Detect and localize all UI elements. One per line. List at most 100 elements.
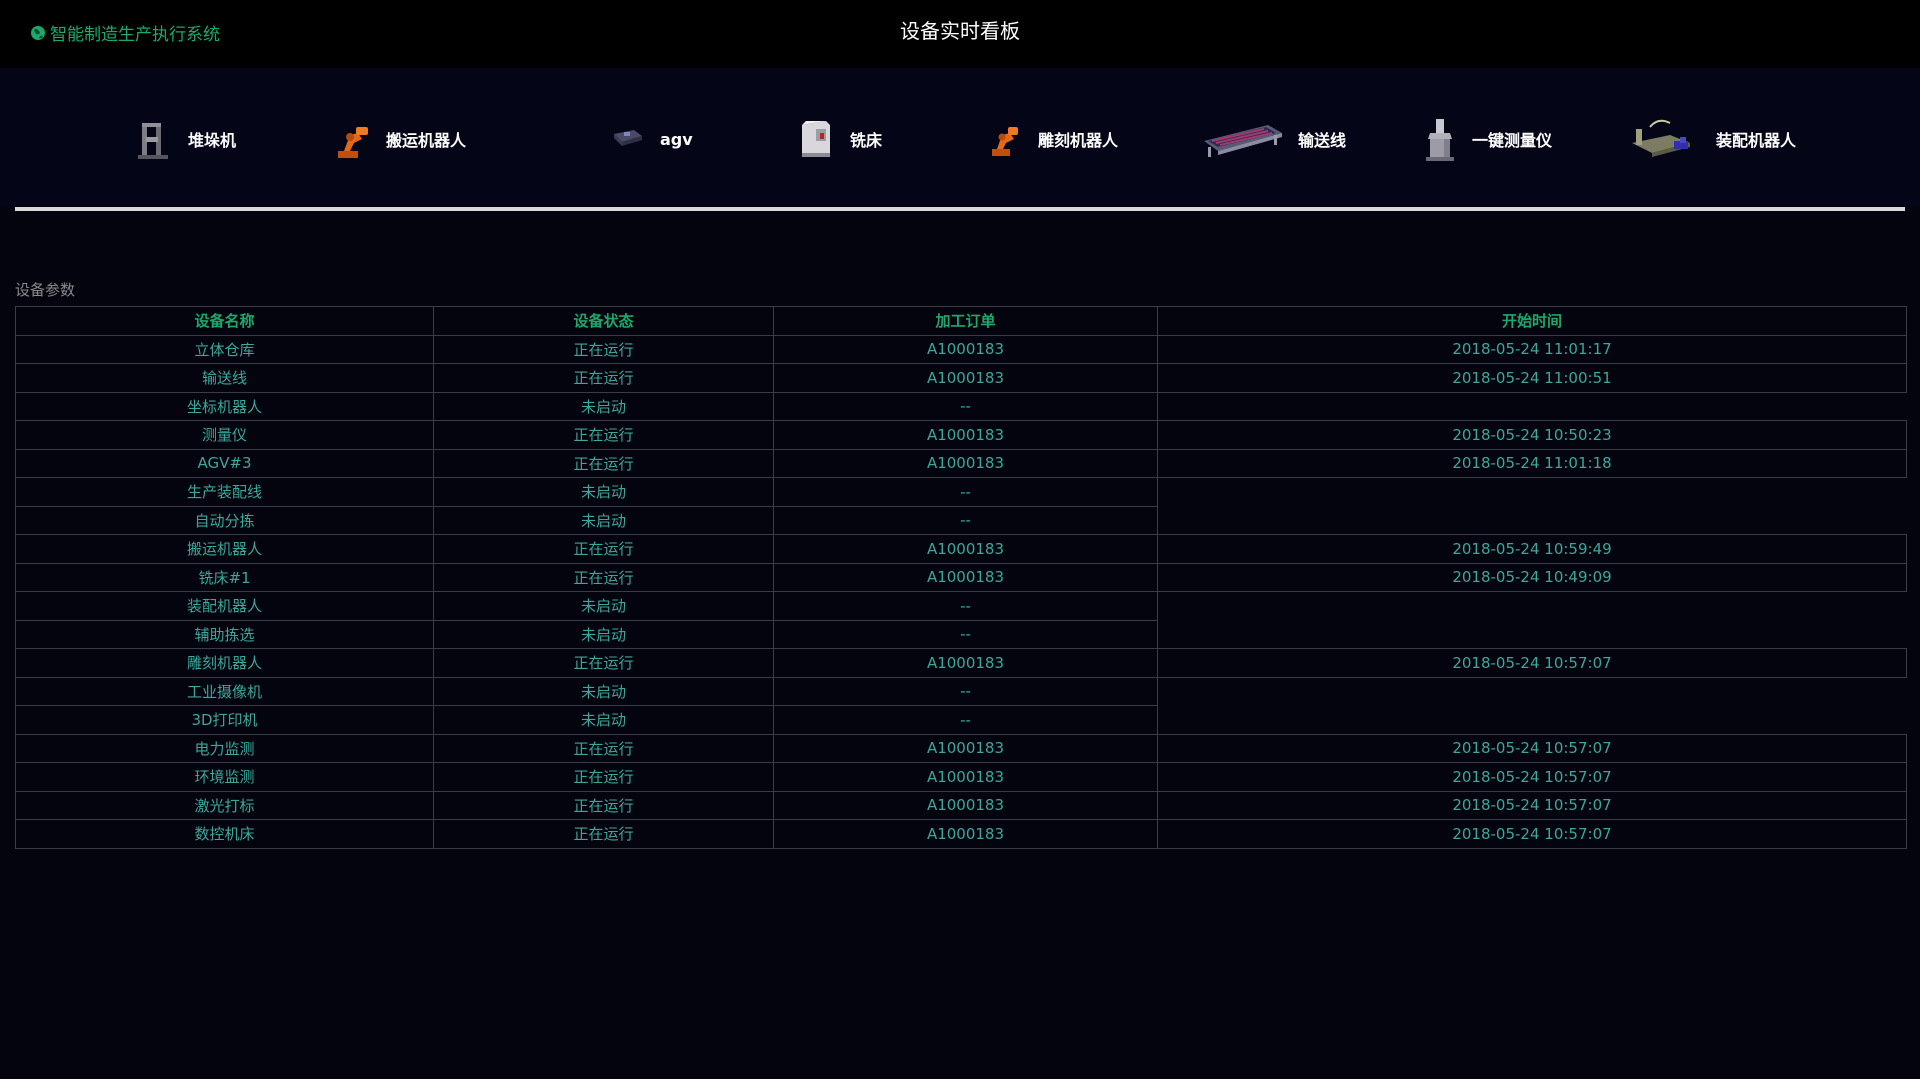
table-row[interactable]: 辅助拣选 未启动 -- — [15, 619, 1907, 649]
device-label: 一键测量仪 — [1472, 131, 1553, 150]
order-cell: A1000183 — [773, 762, 1158, 792]
start-time-cell: 2018-05-24 11:00:51 — [1157, 363, 1907, 393]
engraving-robot-icon — [992, 127, 1018, 156]
start-time-cell — [1158, 706, 1907, 735]
start-time-cell: 2018-05-24 10:57:07 — [1157, 762, 1907, 792]
device-tab-handling-robot[interactable]: 搬运机器人 — [330, 114, 466, 164]
order-cell: -- — [773, 705, 1158, 735]
table-row[interactable]: 自动分拣 未启动 -- — [15, 505, 1907, 535]
device-tab-assembly-robot[interactable]: 装配机器人 — [1630, 114, 1796, 164]
start-time-cell: 2018-05-24 10:57:07 — [1157, 733, 1907, 763]
start-time-cell — [1158, 506, 1907, 535]
start-time-cell — [1158, 478, 1907, 507]
device-name-cell: 搬运机器人 — [15, 534, 434, 564]
start-time-cell — [1158, 392, 1907, 421]
start-time-cell: 2018-05-24 10:49:09 — [1157, 562, 1907, 592]
top-bar: 智能制造生产执行系统 设备实时看板 — [0, 0, 1920, 68]
table-row[interactable]: 生产装配线 未启动 -- — [15, 477, 1907, 507]
device-status-cell: 未启动 — [433, 391, 774, 421]
device-label: agv — [660, 129, 693, 149]
table-row[interactable]: 搬运机器人 正在运行 A1000183 2018-05-24 10:59:49 — [15, 534, 1907, 564]
device-name-cell: 辅助拣选 — [15, 619, 434, 649]
device-status-cell: 正在运行 — [433, 733, 774, 763]
device-status-cell: 正在运行 — [433, 648, 774, 678]
table-row[interactable]: 电力监测 正在运行 A1000183 2018-05-24 10:57:07 — [15, 733, 1907, 763]
device-name-cell: 电力监测 — [15, 733, 434, 763]
device-label: 雕刻机器人 — [1038, 131, 1119, 150]
start-time-cell: 2018-05-24 10:50:23 — [1157, 420, 1907, 450]
column-header-order[interactable]: 加工订单 — [773, 306, 1158, 336]
device-status-cell: 正在运行 — [433, 420, 774, 450]
table-row[interactable]: 雕刻机器人 正在运行 A1000183 2018-05-24 10:57:07 — [15, 648, 1907, 678]
table-row[interactable]: 环境监测 正在运行 A1000183 2018-05-24 10:57:07 — [15, 762, 1907, 792]
handling-robot-icon — [338, 127, 368, 158]
column-header-status[interactable]: 设备状态 — [433, 306, 774, 336]
start-time-cell: 2018-05-24 11:01:18 — [1157, 448, 1907, 478]
device-status-cell: 未启动 — [433, 505, 774, 535]
order-cell: A1000183 — [773, 733, 1158, 763]
device-label: 铣床 — [850, 131, 883, 150]
measuring-instrument-icon — [1426, 119, 1454, 161]
table-row[interactable]: 数控机床 正在运行 A1000183 2018-05-24 10:57:07 — [15, 819, 1907, 849]
table-row[interactable]: 立体仓库 正在运行 A1000183 2018-05-24 11:01:17 — [15, 334, 1907, 364]
divider — [15, 207, 1905, 211]
order-cell: -- — [773, 591, 1158, 621]
table-row[interactable]: AGV#3 正在运行 A1000183 2018-05-24 11:01:18 — [15, 448, 1907, 478]
device-name-cell: AGV#3 — [15, 448, 434, 478]
table-row[interactable]: 坐标机器人 未启动 -- — [15, 391, 1907, 421]
order-cell: -- — [773, 391, 1158, 421]
device-status-cell: 正在运行 — [433, 790, 774, 820]
table-row[interactable]: 工业摄像机 未启动 -- — [15, 676, 1907, 706]
device-status-cell: 正在运行 — [433, 534, 774, 564]
device-name-cell: 装配机器人 — [15, 591, 434, 621]
table-body: 立体仓库 正在运行 A1000183 2018-05-24 11:01:17 输送线 正在… — [15, 334, 1907, 849]
table-row[interactable]: 激光打标 正在运行 A1000183 2018-05-24 10:57:07 — [15, 790, 1907, 820]
start-time-cell: 2018-05-24 10:57:07 — [1157, 790, 1907, 820]
order-cell: A1000183 — [773, 648, 1158, 678]
start-time-cell — [1158, 592, 1907, 621]
table-row[interactable]: 装配机器人 未启动 -- — [15, 591, 1907, 621]
device-name-cell: 自动分拣 — [15, 505, 434, 535]
device-strip: 堆垛机 搬运机器人 agv 铣床 雕刻机器人 输送线 一键测量仪 装配机器人 — [0, 68, 1920, 206]
device-status-cell: 正在运行 — [433, 334, 774, 364]
device-label: 堆垛机 — [188, 131, 237, 150]
table-row[interactable]: 测量仪 正在运行 A1000183 2018-05-24 10:50:23 — [15, 420, 1907, 450]
device-status-cell: 未启动 — [433, 619, 774, 649]
device-name-cell: 数控机床 — [15, 819, 434, 849]
device-name-cell: 3D打印机 — [15, 705, 434, 735]
order-cell: A1000183 — [773, 448, 1158, 478]
order-cell: -- — [773, 477, 1158, 507]
order-cell: -- — [773, 619, 1158, 649]
order-cell: A1000183 — [773, 534, 1158, 564]
device-status-cell: 正在运行 — [433, 448, 774, 478]
device-params-table: 设备名称 设备状态 加工订单 开始时间 立体仓库 正在运行 A1000183 2018… — [15, 306, 1907, 849]
device-status-cell: 正在运行 — [433, 762, 774, 792]
device-tab-engraving-robot[interactable]: 雕刻机器人 — [984, 114, 1118, 164]
column-header-name[interactable]: 设备名称 — [15, 306, 434, 336]
device-tab-measuring-instrument[interactable]: 一键测量仪 — [1422, 114, 1552, 164]
device-name-cell: 坐标机器人 — [15, 391, 434, 421]
table-row[interactable]: 3D打印机 未启动 -- — [15, 705, 1907, 735]
table-row[interactable]: 输送线 正在运行 A1000183 2018-05-24 11:00:51 — [15, 363, 1907, 393]
table-row[interactable]: 铣床#1 正在运行 A1000183 2018-05-24 10:49:09 — [15, 562, 1907, 592]
device-status-cell: 未启动 — [433, 477, 774, 507]
device-name-cell: 环境监测 — [15, 762, 434, 792]
device-tab-stacker-crane[interactable]: 堆垛机 — [134, 114, 236, 164]
order-cell: A1000183 — [773, 562, 1158, 592]
device-name-cell: 雕刻机器人 — [15, 648, 434, 678]
device-status-cell: 未启动 — [433, 705, 774, 735]
order-cell: A1000183 — [773, 819, 1158, 849]
conveyor-line-icon — [1204, 125, 1282, 157]
device-name-cell: 输送线 — [15, 363, 434, 393]
device-tab-agv[interactable]: agv — [610, 114, 693, 164]
device-name-cell: 立体仓库 — [15, 334, 434, 364]
milling-machine-icon — [802, 121, 830, 157]
table-header-row: 设备名称 设备状态 加工订单 开始时间 — [15, 306, 1907, 336]
device-tab-conveyor-line[interactable]: 输送线 — [1202, 114, 1346, 164]
device-status-cell: 正在运行 — [433, 363, 774, 393]
device-name-cell: 测量仪 — [15, 420, 434, 450]
device-label: 装配机器人 — [1716, 131, 1797, 150]
device-tab-milling-machine[interactable]: 铣床 — [796, 114, 882, 164]
device-label: 输送线 — [1298, 131, 1347, 150]
column-header-start-time[interactable]: 开始时间 — [1157, 306, 1907, 336]
